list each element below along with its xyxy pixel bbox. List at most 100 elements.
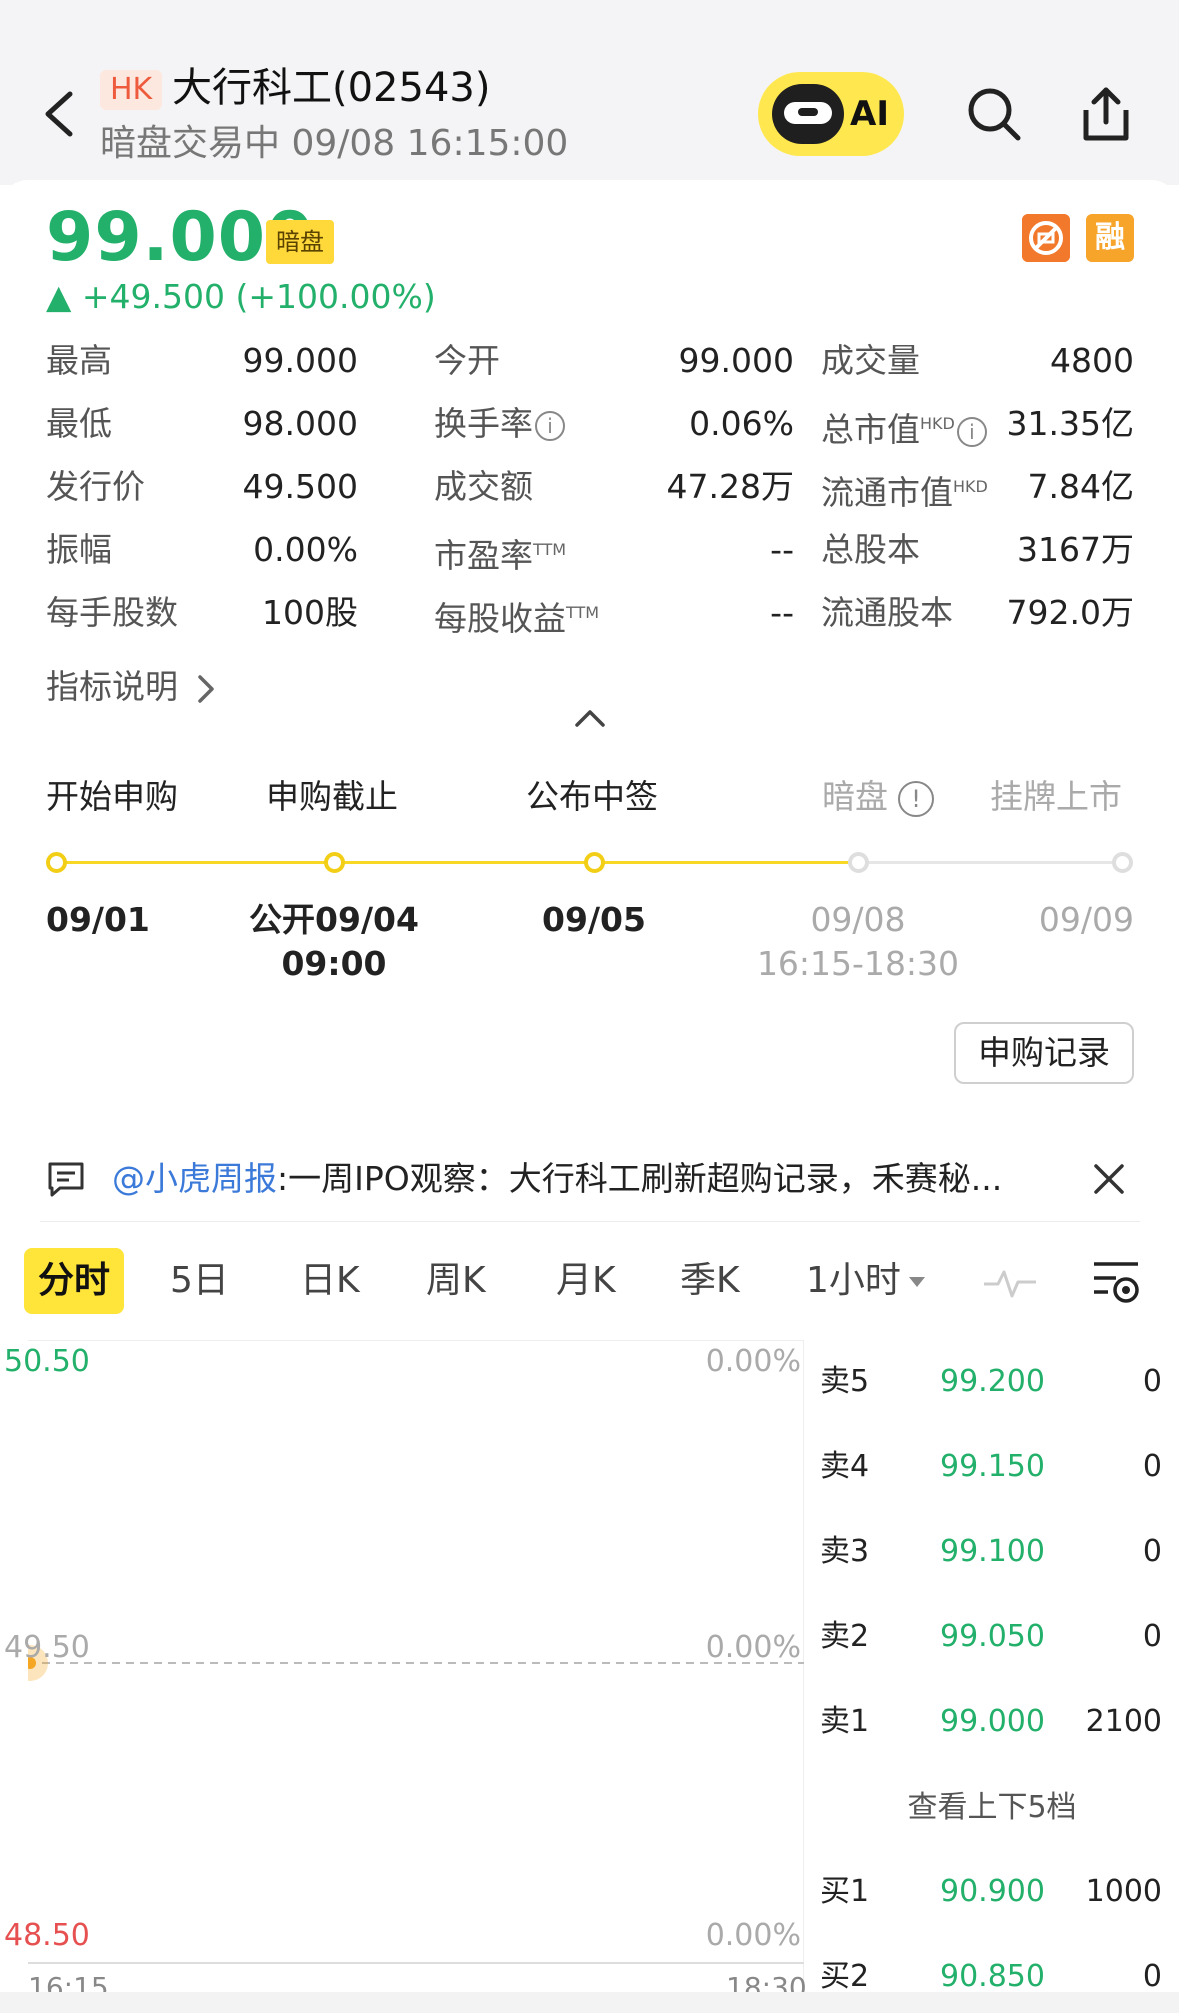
stat-value: 100股 <box>262 593 358 632</box>
tab-label: 季K <box>680 1260 740 1301</box>
order-book-row[interactable]: 卖2 99.050 0 <box>818 1595 1166 1680</box>
pct-axis-bottom-label: 0.00% <box>705 1918 801 1953</box>
message-icon <box>48 1162 84 1197</box>
timeline-dot <box>1112 852 1133 873</box>
price-change: ▲ +49.500 (+100.00%) <box>46 277 436 316</box>
tab-4[interactable]: 月K <box>556 1248 616 1314</box>
intraday-chart[interactable] <box>28 1340 804 1990</box>
stat-item: 成交量 4800 <box>821 336 1134 399</box>
indicator-explanation-link[interactable]: 指标说明 <box>46 662 217 712</box>
order-book-row[interactable]: 卖5 99.200 0 <box>818 1340 1166 1425</box>
news-banner[interactable]: @小虎周报:一周IPO观察：大行科工刷新超购记录，禾赛秘... <box>40 1138 1140 1222</box>
order-book-row[interactable]: 卖1 99.000 2100 <box>818 1680 1166 1765</box>
stat-label-text: 最低 <box>46 404 112 443</box>
stat-label-text: 流通市值 <box>821 473 953 512</box>
news-source[interactable]: @小虎周报 <box>112 1159 277 1198</box>
y-axis-bottom-label: 48.50 <box>4 1918 90 1953</box>
news-headline[interactable]: @小虎周报:一周IPO观察：大行科工刷新超购记录，禾赛秘... <box>112 1154 1102 1204</box>
indicator-link-label: 指标说明 <box>46 667 178 706</box>
stats-row: 每手股数 100股 每股收益TTM -- 流通股本 792.0万 <box>46 588 1134 651</box>
back-arrow-icon[interactable] <box>40 88 80 140</box>
stat-label: 换手率 i <box>434 399 565 449</box>
market-badge: HK <box>100 70 163 110</box>
collapse-chevron-up-icon[interactable] <box>574 708 606 728</box>
stat-value: 792.0万 <box>1006 593 1134 632</box>
stat-label-text: 总股本 <box>821 530 920 569</box>
stock-title: 大行科工(02543) <box>172 65 491 111</box>
info-icon[interactable]: i <box>956 416 987 447</box>
timeline-step-label: 暗盘! <box>822 772 934 822</box>
stat-label: 市盈率TTM <box>434 525 566 581</box>
stat-value: 31.35亿 <box>1006 404 1134 443</box>
close-icon[interactable] <box>1092 1162 1126 1196</box>
ai-assistant-button[interactable]: AI <box>758 72 904 156</box>
margin-trading-icon[interactable]: 融 <box>1086 214 1134 262</box>
ai-label: AI <box>850 94 889 134</box>
stat-value: 4800 <box>1050 341 1134 380</box>
order-side-label: 卖1 <box>820 1704 870 1739</box>
stat-label: 成交量 <box>821 336 920 386</box>
timeline-step-date: 公开09/04 09:00 <box>184 898 484 986</box>
tab-5[interactable]: 季K <box>680 1248 740 1314</box>
trading-status: 暗盘交易中 09/08 16:15:00 <box>100 123 569 164</box>
view-more-levels-button[interactable]: 查看上下5档 <box>818 1765 1166 1850</box>
info-icon[interactable]: i <box>535 410 565 441</box>
chart-canvas <box>28 1645 804 1964</box>
tab-0[interactable]: 分时 <box>24 1248 125 1314</box>
pct-axis-mid-label: 0.00% <box>705 1630 801 1665</box>
stats-grid: 最高 99.000 今开 99.000 成交量 4800 最低 98.000 换手率 i 0.06%… <box>46 336 1134 651</box>
order-side-label: 卖2 <box>820 1619 870 1654</box>
stat-label: 流通股本 <box>821 588 953 638</box>
order-volume: 1000 <box>1085 1874 1162 1909</box>
tab-1[interactable]: 5日 <box>170 1248 229 1314</box>
y-axis-mid-label: 49.50 <box>4 1630 90 1665</box>
stat-label-superscript: HKD <box>953 477 988 496</box>
stat-label-text: 市盈率 <box>434 536 533 575</box>
order-side-label: 买1 <box>820 1874 870 1909</box>
tab-label: 周K <box>426 1260 486 1301</box>
order-book-row[interactable]: 卖4 99.150 0 <box>818 1425 1166 1510</box>
stat-value: 47.28万 <box>666 467 794 506</box>
stat-item: 发行价 49.500 <box>46 462 358 525</box>
timeline-step-date: 09/05 <box>444 898 744 942</box>
info-icon[interactable]: ! <box>898 780 934 817</box>
bottom-toolbar-edge <box>0 1992 1179 2013</box>
tab-2[interactable]: 日K <box>300 1248 360 1314</box>
stat-value: 99.000 <box>678 341 794 380</box>
stat-item: 最高 99.000 <box>46 336 358 399</box>
order-book-row[interactable]: 买1 90.900 1000 <box>818 1850 1166 1935</box>
stat-label-text: 每手股数 <box>46 593 178 632</box>
indicator-wave-icon[interactable] <box>982 1266 1038 1300</box>
top-bar: HK 大行科工(02543) 暗盘交易中 09/08 16:15:00 AI <box>0 0 1179 185</box>
order-volume: 0 <box>1142 1364 1162 1399</box>
timeline-step-label: 申购截止 <box>266 777 398 816</box>
subscription-record-button[interactable]: 申购记录 <box>954 1022 1134 1084</box>
order-side-label: 卖4 <box>820 1449 870 1484</box>
no-short-selling-icon[interactable] <box>1022 214 1070 262</box>
stat-item: 换手率 i 0.06% <box>434 399 794 462</box>
stat-value: 0.00% <box>253 530 358 569</box>
stat-label-text: 成交量 <box>821 341 920 380</box>
order-volume: 0 <box>1142 1534 1162 1569</box>
search-icon[interactable] <box>966 86 1022 142</box>
timeline-time-text: 09:00 <box>281 944 387 983</box>
order-price: 99.100 <box>940 1534 1045 1569</box>
chart-settings-icon[interactable] <box>1090 1258 1142 1308</box>
stat-label-superscript: TTM <box>533 540 567 559</box>
timeline-step-label-text: 暗盘 <box>822 777 888 816</box>
stat-label-superscript: TTM <box>566 603 600 622</box>
stat-value: 0.06% <box>689 404 794 443</box>
y-axis-top-label: 50.50 <box>4 1344 90 1379</box>
stats-row: 振幅 0.00% 市盈率TTM -- 总股本 3167万 <box>46 525 1134 588</box>
dark-pool-tag: 暗盘 <box>266 220 334 264</box>
order-book-row[interactable]: 卖3 99.100 0 <box>818 1510 1166 1595</box>
timeline-step-date: 09/09 <box>834 898 1134 942</box>
share-icon[interactable] <box>1078 84 1134 144</box>
tab-6[interactable]: 1小时 <box>806 1248 925 1314</box>
stat-label: 最低 <box>46 399 112 449</box>
tab-label: 1小时 <box>806 1260 901 1301</box>
stat-label: 总股本 <box>821 525 920 575</box>
stat-label-text: 每股收益 <box>434 599 566 638</box>
tab-3[interactable]: 周K <box>426 1248 486 1314</box>
stat-item: 每股收益TTM -- <box>434 588 794 651</box>
